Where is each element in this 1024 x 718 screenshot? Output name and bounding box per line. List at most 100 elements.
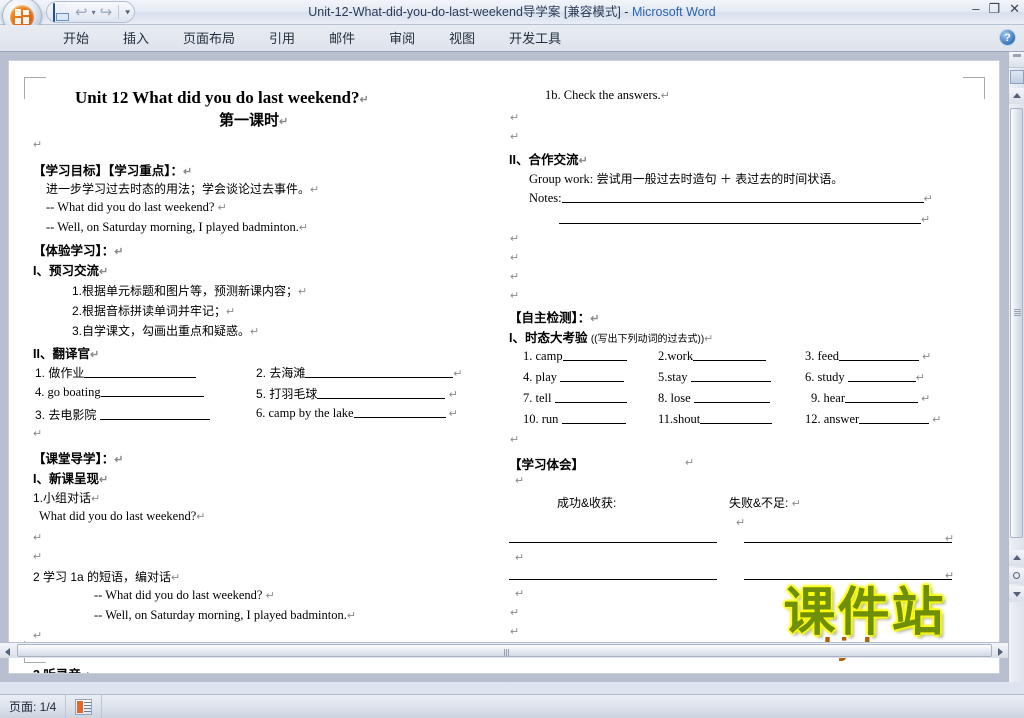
splitter-icon — [1013, 54, 1021, 57]
customize-quick-access-icon[interactable]: ▾ — [125, 8, 130, 17]
prep-header: I、预习交流↵ — [33, 260, 108, 279]
verb-2-blank[interactable] — [693, 360, 767, 361]
pilcrow: ↵ — [510, 271, 520, 283]
check-answers-text: 1b. Check the answers. — [545, 88, 661, 102]
verb-1-blank[interactable] — [562, 360, 627, 361]
reflection-success-line-1[interactable] — [509, 542, 717, 543]
tab-insert[interactable]: 插入 — [106, 25, 166, 52]
select-browse-object-icon[interactable] — [1010, 70, 1024, 84]
quick-access-toolbar[interactable]: ↩ ▾ ↪ ▾ — [46, 1, 136, 23]
translate-blank-1[interactable] — [84, 377, 197, 378]
verb-8: 8. lose — [658, 391, 770, 406]
tab-mailings[interactable]: 邮件 — [312, 25, 372, 52]
notes-line-1: Notes: ↵ — [529, 191, 933, 206]
view-mode-cell[interactable] — [66, 694, 103, 718]
verb-5-blank[interactable] — [690, 381, 771, 382]
pilcrow: ↵ — [310, 184, 320, 196]
notes-blank-2[interactable] — [559, 223, 921, 224]
window-title-separator: - — [620, 5, 632, 19]
redo-icon[interactable]: ↪ — [100, 4, 113, 21]
restore-button[interactable]: ❐ — [988, 2, 1000, 16]
close-button[interactable]: ✕ — [1009, 2, 1020, 16]
horizontal-scrollbar[interactable] — [0, 642, 1008, 658]
pilcrow: ↵ — [298, 286, 308, 298]
tab-view[interactable]: 视图 — [432, 25, 492, 52]
groupwork-line: Group work: 尝试用一般过去时造句 ＋ 表过去的时间状语。 — [529, 170, 843, 187]
translate-blank-2[interactable] — [305, 377, 454, 378]
translate-blank-5[interactable] — [317, 398, 446, 399]
tab-references[interactable]: 引用 — [252, 25, 312, 52]
verb-2-no: 2. — [658, 349, 668, 363]
verb-12-no: 12. — [805, 412, 821, 426]
tab-home[interactable]: 开始 — [46, 25, 106, 52]
horizontal-scroll-thumb[interactable] — [17, 644, 992, 657]
translate-blank-6[interactable] — [353, 417, 446, 418]
reflection-fail-line-1[interactable] — [744, 542, 952, 543]
verb-9-no: 9. — [811, 391, 821, 405]
browse-object-button[interactable] — [1009, 568, 1024, 584]
document-page[interactable]: Unit 12 What did you do last weekend?↵ 第… — [8, 60, 1000, 674]
page-indicator[interactable]: 页面: 1/4 — [0, 694, 67, 718]
reflection-fail-line-2[interactable] — [744, 579, 952, 580]
verb-6: 6. study ↵ — [805, 370, 925, 385]
pilcrow: ↵ — [923, 193, 933, 205]
tab-page-layout[interactable]: 页面布局 — [166, 25, 252, 52]
triangle-up-icon — [1013, 93, 1021, 98]
tense-header-line: I、时态大考验 ((写出下列动词的过去式))↵ — [509, 327, 713, 346]
guide-header-text: 【课堂导学】： — [33, 452, 115, 466]
selftest-header-text: 【自主检测】： — [509, 311, 591, 325]
translate-item-5: 5. 打羽毛球 ↵ — [256, 385, 458, 402]
tab-developer[interactable]: 开发工具 — [492, 25, 578, 52]
print-layout-icon[interactable] — [75, 698, 93, 715]
pilcrow: ↵ — [33, 428, 43, 440]
translate-item-2: 2. 去海滩 ↵ — [256, 364, 463, 381]
translate-header-text: II、翻译官 — [33, 347, 90, 361]
pilcrow: ↵ — [515, 552, 525, 564]
verb-1-word: camp — [535, 349, 563, 363]
verb-8-blank[interactable] — [693, 402, 770, 403]
previous-page-button[interactable] — [1009, 550, 1024, 566]
verb-7-blank[interactable] — [554, 402, 627, 403]
verb-3-blank[interactable] — [839, 360, 920, 361]
prep-item-1-text: 1.根据单元标题和图片等，预测新课内容； — [72, 284, 299, 298]
prep-item-3: 3.自学课文，勾画出重点和疑惑。↵ — [72, 322, 259, 339]
ribbon-tab-bar: 开始 插入 页面布局 引用 邮件 审阅 视图 开发工具 ? — [0, 25, 1024, 52]
triangle-left-icon — [5, 648, 10, 656]
save-icon[interactable] — [53, 2, 71, 22]
verb-10-blank[interactable] — [561, 423, 626, 424]
goals-body: 进一步学习过去时态的用法；学会谈论过去事件。↵ — [46, 180, 319, 197]
undo-icon[interactable]: ↩ — [75, 4, 88, 21]
scroll-up-button[interactable] — [1009, 88, 1024, 104]
doc-subtitle-text: 第一课时 — [219, 112, 280, 129]
notes-blank-1[interactable] — [561, 202, 924, 203]
tab-review[interactable]: 审阅 — [372, 25, 432, 52]
undo-dropdown-icon[interactable]: ▾ — [92, 8, 96, 17]
window-title-document: Unit-12-What-did-you-do-last-weekend导学案 … — [308, 5, 621, 19]
split-bar-handle[interactable] — [1009, 52, 1024, 68]
verb-9-blank[interactable] — [845, 402, 919, 403]
minimize-button[interactable]: – — [972, 2, 979, 16]
pilcrow: ↵ — [279, 116, 289, 128]
verb-6-blank[interactable] — [847, 381, 916, 382]
vertical-scroll-thumb[interactable] — [1010, 108, 1023, 538]
goals-body-text: 进一步学习过去时态的用法；学会谈论过去事件。 — [46, 182, 311, 196]
pilcrow: ↵ — [346, 610, 357, 622]
translate-blank-4[interactable] — [100, 396, 204, 397]
reflection-success-line-2[interactable] — [509, 579, 717, 580]
scroll-left-button[interactable] — [0, 643, 16, 658]
triangle-right-icon — [998, 648, 1003, 656]
verb-12-blank[interactable] — [859, 423, 930, 424]
vertical-scrollbar[interactable] — [1008, 52, 1024, 682]
next-page-button[interactable] — [1009, 586, 1024, 602]
translate-blank-3[interactable] — [99, 419, 210, 420]
help-icon[interactable]: ? — [999, 29, 1016, 46]
groupwork-text: 尝试用一般过去时造句 ＋ 表过去的时间状语。 — [596, 172, 844, 186]
scroll-right-button[interactable] — [992, 643, 1008, 658]
ribbon-tabs: 开始 插入 页面布局 引用 邮件 审阅 视图 开发工具 — [46, 25, 578, 52]
verb-11-blank[interactable] — [700, 423, 773, 424]
pilcrow: ↵ — [33, 551, 43, 563]
verb-4-blank[interactable] — [560, 381, 625, 382]
pilcrow: ↵ — [510, 252, 520, 264]
translate-item-5-no: 5. — [256, 387, 267, 401]
verb-11-no: 11. — [658, 412, 674, 426]
